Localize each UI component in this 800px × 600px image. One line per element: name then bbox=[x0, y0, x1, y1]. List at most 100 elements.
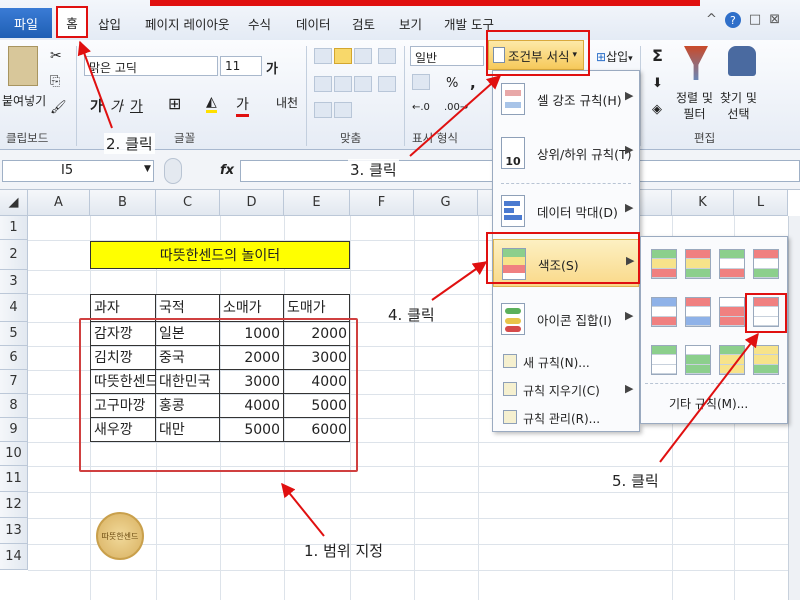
collapse-ribbon-icon[interactable]: ^ bbox=[706, 12, 717, 28]
name-box[interactable]: I5 bbox=[2, 160, 154, 182]
sheet-title-cell[interactable]: 따뜻한센드의 놀이터 bbox=[90, 241, 350, 269]
row-header-10[interactable]: 10 bbox=[0, 442, 28, 466]
row-header-7[interactable]: 7 bbox=[0, 370, 28, 394]
color-scale-swatch[interactable] bbox=[685, 297, 711, 327]
more-rules-link[interactable]: 기타 규칙(M)... bbox=[669, 395, 748, 412]
currency-icon[interactable] bbox=[412, 74, 430, 90]
fx-icon[interactable]: fx bbox=[220, 163, 234, 178]
tab-data[interactable]: 데이터 bbox=[296, 14, 331, 33]
row-header-5[interactable]: 5 bbox=[0, 322, 28, 346]
row-header-6[interactable]: 6 bbox=[0, 346, 28, 370]
row-header-4[interactable]: 4 bbox=[0, 294, 28, 322]
color-scale-swatch[interactable] bbox=[685, 249, 711, 279]
tab-insert[interactable]: 삽입 bbox=[98, 14, 121, 33]
sort-filter-button[interactable]: 정렬 및 필터 bbox=[676, 90, 713, 122]
row-header-2[interactable]: 2 bbox=[0, 240, 28, 270]
table-header-cell[interactable]: 과자 bbox=[91, 296, 155, 320]
tab-file[interactable]: 파일 bbox=[0, 8, 52, 38]
table-header-cell[interactable]: 소매가 bbox=[220, 296, 283, 320]
col-header-F[interactable]: F bbox=[350, 190, 414, 216]
row-header-3[interactable]: 3 bbox=[0, 270, 28, 294]
indent-increase-icon[interactable] bbox=[334, 102, 352, 118]
row-header-11[interactable]: 11 bbox=[0, 466, 28, 492]
border-icon[interactable]: ⊞ bbox=[168, 94, 181, 113]
tab-review[interactable]: 검토 bbox=[352, 14, 375, 33]
font-name-combo[interactable]: 맑은 고딕 bbox=[84, 56, 218, 76]
col-header-A[interactable]: A bbox=[28, 190, 90, 216]
select-all-corner[interactable]: ◢ bbox=[0, 190, 28, 216]
name-box-dropdown-icon[interactable]: ▼ bbox=[144, 164, 151, 174]
row-header-9[interactable]: 9 bbox=[0, 418, 28, 442]
bold-button[interactable]: 가 bbox=[90, 96, 103, 116]
menu-item-highlight-rules[interactable]: 셀 강조 규칙(H) ▶ bbox=[493, 75, 639, 123]
color-scale-swatch[interactable] bbox=[685, 345, 711, 375]
underline-button[interactable]: 가 bbox=[130, 96, 143, 116]
col-header-B[interactable]: B bbox=[90, 190, 156, 216]
menu-item-clear-rules[interactable]: 규칙 지우기(C) ▶ bbox=[493, 379, 639, 401]
col-header-G[interactable]: G bbox=[414, 190, 478, 216]
color-scale-swatch[interactable] bbox=[753, 345, 779, 375]
close-icon[interactable]: ⊠ bbox=[769, 12, 780, 28]
row-header-12[interactable]: 12 bbox=[0, 492, 28, 518]
align-left-icon[interactable] bbox=[314, 76, 332, 92]
row-header-8[interactable]: 8 bbox=[0, 394, 28, 418]
menu-item-data-bars[interactable]: 데이터 막대(D) ▶ bbox=[493, 187, 639, 235]
paste-icon[interactable] bbox=[8, 46, 38, 86]
autosum-icon[interactable]: Σ bbox=[652, 46, 663, 65]
fill-color-icon[interactable]: ◭ bbox=[206, 94, 217, 113]
percent-button[interactable]: % bbox=[446, 76, 458, 91]
menu-item-icon-sets[interactable]: 아이콘 집합(I) ▶ bbox=[493, 295, 639, 343]
row-header-1[interactable]: 1 bbox=[0, 216, 28, 240]
color-scale-swatch[interactable] bbox=[753, 249, 779, 279]
copy-icon[interactable]: ⎘ bbox=[50, 74, 60, 89]
binoculars-icon[interactable] bbox=[728, 46, 756, 76]
align-middle-icon[interactable] bbox=[334, 48, 352, 64]
italic-button[interactable]: 가 bbox=[110, 96, 123, 116]
align-center-icon[interactable] bbox=[334, 76, 352, 92]
align-right-icon[interactable] bbox=[354, 76, 372, 92]
sort-filter-icon[interactable] bbox=[684, 46, 708, 80]
vertical-scrollbar[interactable] bbox=[788, 216, 800, 600]
paste-button[interactable]: 붙여넣기 bbox=[2, 92, 46, 109]
table-header-cell[interactable]: 도매가 bbox=[284, 296, 350, 320]
tab-home[interactable]: 홈 bbox=[56, 6, 88, 38]
font-color-icon[interactable]: 가 bbox=[236, 94, 249, 117]
help-icon[interactable]: ? bbox=[724, 12, 741, 28]
menu-item-manage-rules[interactable]: 규칙 관리(R)... bbox=[493, 407, 639, 429]
indent-decrease-icon[interactable] bbox=[314, 102, 332, 118]
table-header-cell[interactable]: 국적 bbox=[156, 296, 219, 320]
tab-view[interactable]: 보기 bbox=[399, 14, 422, 33]
color-scale-swatch[interactable] bbox=[719, 249, 745, 279]
color-scale-swatch[interactable] bbox=[651, 297, 677, 327]
merge-center-icon[interactable] bbox=[378, 76, 396, 92]
comma-button[interactable]: , bbox=[470, 74, 476, 92]
menu-item-top-bottom-rules[interactable]: 10 상위/하위 규칙(T) ▶ bbox=[493, 129, 639, 177]
formula-bar-handle[interactable] bbox=[164, 158, 182, 184]
insert-cells-button[interactable]: ⊞삽입▾ bbox=[596, 48, 633, 65]
col-header-D[interactable]: D bbox=[220, 190, 284, 216]
number-format-combo[interactable]: 일반 bbox=[410, 46, 484, 66]
tab-page-layout[interactable]: 페이지 레이아웃 bbox=[145, 14, 229, 33]
color-scale-swatch[interactable] bbox=[651, 345, 677, 375]
col-header-K[interactable]: K bbox=[672, 190, 734, 216]
col-header-C[interactable]: C bbox=[156, 190, 220, 216]
align-top-icon[interactable] bbox=[314, 48, 332, 64]
clear-icon[interactable]: ◈ bbox=[652, 102, 662, 117]
align-bottom-icon[interactable] bbox=[354, 48, 372, 64]
restore-icon[interactable]: □ bbox=[749, 12, 761, 28]
col-header-L[interactable]: L bbox=[734, 190, 788, 216]
fill-icon[interactable]: ⬇ bbox=[652, 76, 663, 91]
color-scale-swatch[interactable] bbox=[719, 297, 745, 327]
row-header-13[interactable]: 13 bbox=[0, 518, 28, 544]
row-header-14[interactable]: 14 bbox=[0, 544, 28, 570]
decrease-decimal-icon[interactable]: .00→ bbox=[444, 102, 468, 113]
increase-decimal-icon[interactable]: ←.0 bbox=[412, 102, 430, 113]
color-scale-swatch[interactable] bbox=[651, 249, 677, 279]
color-scale-swatch[interactable] bbox=[719, 345, 745, 375]
menu-item-new-rule[interactable]: 새 규칙(N)... bbox=[493, 351, 639, 373]
tab-formulas[interactable]: 수식 bbox=[248, 14, 271, 33]
phonetic-icon[interactable]: 내천 bbox=[276, 94, 298, 111]
wrap-text-icon[interactable] bbox=[378, 48, 396, 64]
grow-font-icon[interactable]: 가 bbox=[266, 58, 278, 77]
find-select-button[interactable]: 찾기 및 선택 bbox=[720, 90, 757, 122]
